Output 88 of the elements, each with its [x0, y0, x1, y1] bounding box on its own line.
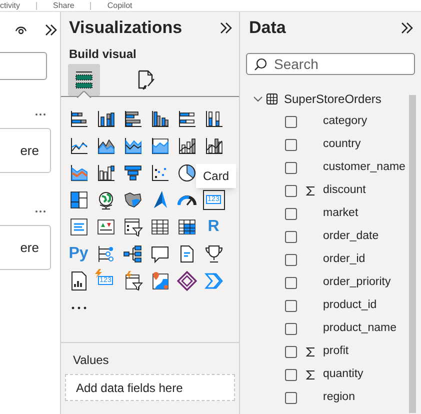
stacked-bar-chart-icon[interactable]: [176, 108, 196, 128]
checkbox[interactable]: [285, 230, 297, 242]
more-icon[interactable]: [35, 210, 46, 213]
checkbox[interactable]: [285, 276, 297, 288]
input-field[interactable]: [0, 52, 47, 80]
sigma-icon: [306, 346, 314, 356]
field-name[interactable]: order_priority: [323, 274, 391, 292]
trophy-icon[interactable]: [204, 244, 224, 264]
decomposition-tree-icon[interactable]: [122, 244, 142, 264]
search-field[interactable]: Search: [246, 53, 415, 75]
field-name[interactable]: product_id: [323, 296, 377, 314]
ribbon-chart-icon[interactable]: [68, 162, 88, 182]
slicer-icon[interactable]: [122, 216, 142, 236]
checkbox[interactable]: [285, 346, 297, 358]
field-name[interactable]: profit: [323, 342, 349, 360]
section-label: Build visual: [68, 47, 138, 61]
clustered-column-chart-icon[interactable]: [150, 108, 170, 128]
collapse-icon[interactable]: [44, 23, 58, 37]
checkbox[interactable]: [285, 162, 297, 174]
checkbox[interactable]: [285, 300, 297, 312]
multi-row-card-icon[interactable]: [68, 216, 88, 236]
area-chart-icon[interactable]: [96, 136, 116, 156]
scrollbar[interactable]: [409, 95, 416, 413]
eye-icon[interactable]: [15, 25, 27, 35]
checkbox[interactable]: [285, 138, 297, 150]
field-name[interactable]: order_id: [323, 250, 366, 268]
checkbox[interactable]: [285, 184, 297, 196]
table-icon: [266, 93, 278, 105]
flash-slicer-icon[interactable]: [122, 270, 142, 290]
table-name[interactable]: SuperStoreOrders: [284, 90, 382, 108]
stacked-bar-chart-icon[interactable]: [68, 108, 88, 128]
checkbox[interactable]: [285, 254, 297, 266]
diamond-icon[interactable]: [176, 270, 196, 290]
lightning-icon: [94, 268, 102, 278]
checkbox[interactable]: [285, 392, 297, 404]
collapse-icon[interactable]: [219, 21, 233, 35]
menu-tab[interactable]: Copilot: [90, 2, 148, 10]
more-icon[interactable]: [35, 113, 46, 116]
menu-tab[interactable]: Share: [36, 2, 90, 10]
table-icon[interactable]: [150, 216, 170, 236]
line-column-chart-icon[interactable]: [176, 136, 196, 156]
pane-title: Visualizations: [69, 17, 182, 39]
stacked-column-chart-icon[interactable]: [96, 108, 116, 128]
tooltip: Card: [196, 164, 236, 188]
stacked-column-chart-icon[interactable]: [204, 108, 224, 128]
field-name[interactable]: region: [323, 388, 355, 406]
menu-tab[interactable]: ctivity: [0, 2, 36, 10]
filled-map-icon[interactable]: [122, 190, 142, 210]
field-name[interactable]: order_date: [323, 228, 379, 246]
collapse-icon[interactable]: [400, 21, 414, 35]
field-name[interactable]: product_name: [323, 320, 397, 338]
field-name[interactable]: market: [323, 204, 358, 222]
checkbox[interactable]: [285, 208, 297, 220]
scatter-chart-icon[interactable]: [150, 162, 170, 182]
sigma-icon: [306, 370, 314, 380]
line-column-chart-icon[interactable]: [204, 136, 224, 156]
drop-field[interactable]: Add data fields here: [65, 374, 235, 401]
build-visual-tab[interactable]: [68, 64, 100, 96]
funnel-chart-icon[interactable]: [122, 162, 142, 182]
clustered-bar-chart-icon[interactable]: [122, 108, 142, 128]
chevrons-icon[interactable]: [204, 270, 224, 290]
waterfall-chart-icon[interactable]: [96, 162, 116, 182]
treemap-icon[interactable]: [68, 190, 88, 210]
line-chart-icon[interactable]: [68, 136, 88, 156]
pane-title: Data: [249, 17, 286, 39]
expanded-chevron-icon[interactable]: [253, 94, 263, 104]
kpi-icon[interactable]: [96, 216, 116, 236]
field-name[interactable]: quantity: [323, 366, 364, 384]
checkbox[interactable]: [285, 116, 297, 128]
field-name[interactable]: country: [323, 136, 361, 154]
speech-bubble-icon[interactable]: [150, 244, 170, 264]
drop-field[interactable]: ere: [0, 128, 51, 173]
checkbox[interactable]: [285, 368, 297, 380]
field-name[interactable]: category: [323, 112, 368, 130]
pie-chart-icon[interactable]: [176, 162, 196, 182]
report-chart-icon[interactable]: [68, 270, 88, 290]
well-label: Values: [72, 353, 110, 367]
map-pin-icon[interactable]: [150, 270, 170, 290]
area-chart-icon[interactable]: [122, 136, 142, 156]
field-name[interactable]: discount: [323, 182, 366, 200]
sigma-icon: [306, 186, 314, 196]
field-name[interactable]: customer_name: [323, 158, 406, 176]
area-chart-icon[interactable]: [150, 136, 170, 156]
drop-field[interactable]: ere: [0, 225, 51, 270]
key-influencers-icon[interactable]: [96, 244, 116, 264]
checkbox[interactable]: [285, 322, 297, 334]
matrix-icon[interactable]: [176, 216, 196, 236]
table-fields-icon: [73, 69, 95, 91]
